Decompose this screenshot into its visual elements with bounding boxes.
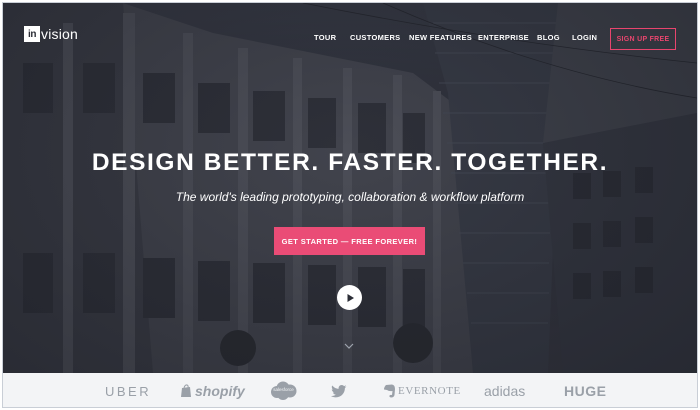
nav-item-customers[interactable]: CUSTOMERS [350,33,400,42]
twitter-logo [331,373,347,407]
get-started-button[interactable]: GET STARTED — FREE FOREVER! [274,227,425,255]
uber-logo: UBER [105,383,152,399]
salesforce-wordmark: salesforce [273,387,294,392]
nav-item-enterprise[interactable]: ENTERPRISE [478,33,529,42]
play-icon [347,293,354,302]
twitter-bird-icon [331,384,347,397]
customer-logos-strip: UBER shopify salesforce EVERNOTE adidas … [3,373,697,407]
nav-item-new-features[interactable]: NEW FEATURES [409,33,472,42]
page-frame: in vision TOUR CUSTOMERS NEW FEATURES EN… [2,2,698,408]
nav-item-tour[interactable]: TOUR [314,33,336,42]
huge-logo: HUGE [564,383,607,399]
evernote-wordmark: EVERNOTE [398,385,461,397]
adidas-logo: adidas [484,383,526,399]
shopify-wordmark: shopify [195,383,245,399]
salesforce-logo: salesforce [269,373,298,407]
play-video-button[interactable] [337,285,362,310]
hero-section: in vision TOUR CUSTOMERS NEW FEATURES EN… [3,3,697,373]
hero-subheadline: The world's leading prototyping, collabo… [175,190,525,204]
hero-headline: DESIGN BETTER. FASTER. TOGETHER. [91,149,609,176]
nav-item-blog[interactable]: BLOG [537,33,560,42]
shopify-logo: shopify [180,373,245,407]
sign-up-free-button[interactable]: SIGN UP FREE [610,28,676,50]
chevron-down-icon[interactable] [344,343,354,349]
hero-overlay [3,3,697,373]
nav-item-login[interactable]: LOGIN [572,33,597,42]
evernote-elephant-icon [384,384,395,398]
top-navigation: TOUR CUSTOMERS NEW FEATURES ENTERPRISE B… [3,29,697,49]
evernote-logo: EVERNOTE [383,373,461,407]
shopify-bag-icon [181,384,191,397]
